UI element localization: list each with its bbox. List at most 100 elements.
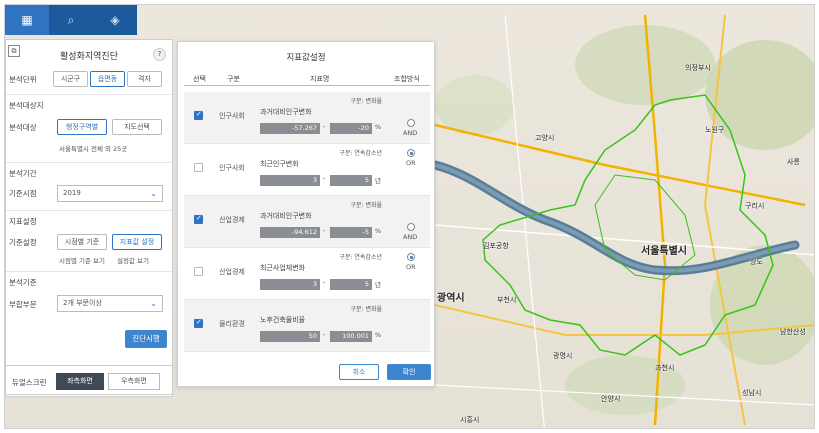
row-indicator: 최근인구변화 <box>260 160 299 168</box>
dialog-table-header: 선택 구분 지표명 조합방식 <box>184 72 430 86</box>
unit-option-eupmyeondong[interactable]: 읍면동 <box>90 71 125 87</box>
min-value-input[interactable]: -94.612 <box>260 227 320 238</box>
view-settings-link[interactable]: 설정값 보기 <box>117 255 149 265</box>
unit-label: 분석단위 <box>9 75 37 84</box>
confirm-button[interactable]: 확인 <box>387 364 431 380</box>
row-checkbox[interactable] <box>194 110 203 120</box>
indicator-settings-dialog: 지표값설정 선택 구분 지표명 조합방식 인구사회 구분: 변화율 과거대비인구… <box>177 41 435 387</box>
sector-select[interactable]: 2개 부문이상 ⌄ <box>57 295 163 312</box>
col-category: 구분 <box>227 75 240 83</box>
top-tool-tabs: ▦ ⌕ ◈ <box>5 5 137 35</box>
row-unit: 구분: 변화율 <box>350 202 382 209</box>
col-combine: 조합방식 <box>394 75 420 83</box>
combine-and-radio[interactable] <box>407 119 415 127</box>
max-value-input[interactable]: 5 <box>330 279 372 290</box>
analysis-panel: ⧉ 활성화지역진단 ? 분석단위 시군구 읍면동 격자 분석대상지 분석대상 행… <box>5 39 173 397</box>
row-suffix: % <box>375 227 382 235</box>
target-section-heading: 분석대상지 <box>9 101 44 110</box>
app-frame: 의정부시 고양시 구리시 서울특별시 광역시 부천시 광명시 과천시 안양시 성… <box>4 4 815 429</box>
row-suffix: % <box>375 331 382 339</box>
base-year-label: 기준시점 <box>9 189 37 198</box>
min-value-input[interactable]: 50 <box>260 331 320 342</box>
min-value-input[interactable]: -57.267 <box>260 123 320 134</box>
help-icon[interactable]: ? <box>153 48 166 61</box>
row-unit: 구분: 연속감소년 <box>339 150 382 157</box>
indicator-section-heading: 지표설정 <box>9 217 37 226</box>
dual-left-button[interactable]: 좌측화면 <box>56 373 104 390</box>
min-value-input[interactable]: 3 <box>260 175 320 186</box>
combine-and-radio[interactable] <box>407 223 415 231</box>
period-section-heading: 분석기간 <box>9 169 37 178</box>
row-suffix: 년 <box>375 281 381 289</box>
row-suffix: 년 <box>375 177 381 185</box>
dual-right-button[interactable]: 우측화면 <box>108 373 160 390</box>
max-value-input[interactable]: -20 <box>330 123 372 134</box>
row-unit: 구분: 연속감소년 <box>339 254 382 261</box>
target-note: 서울특별시 전체 외 25곳 <box>59 145 128 153</box>
map-label: 시흥시 <box>460 416 480 424</box>
row-checkbox[interactable] <box>194 267 203 276</box>
combine-and-label: AND <box>403 129 418 137</box>
cancel-button[interactable]: 취소 <box>339 364 379 380</box>
map-label: 남한산성 <box>780 328 806 336</box>
table-row: 인구사회 구분: 변화율 과거대비인구변화 -57.267 - -20 % <box>184 92 430 144</box>
row-category: 물리환경 <box>219 320 245 328</box>
row-indicator: 과거대비인구변화 <box>260 212 312 220</box>
layers-icon[interactable]: ◈ <box>93 5 137 35</box>
combine-and-label: AND <box>403 233 418 241</box>
target-option-map[interactable]: 지도선택 <box>112 119 162 135</box>
min-value-input[interactable]: 3 <box>260 279 320 290</box>
combine-or-label: OR <box>406 159 416 167</box>
col-indicator: 지표명 <box>310 75 330 83</box>
map-label: 서울특별시 <box>641 246 687 257</box>
max-value-input[interactable]: -5 <box>330 227 372 238</box>
table-row: 산업경제 구분: 연속감소년 최근사업체변화 3 - 5 년 <box>184 248 430 300</box>
target-label: 분석대상 <box>9 123 37 132</box>
row-unit: 구분: 변화율 <box>350 98 382 105</box>
unit-option-sigungu[interactable]: 시군구 <box>53 71 88 87</box>
map-label: 상도 <box>750 258 763 266</box>
dual-screen-bar: 듀얼스크린 좌측화면 우측화면 <box>5 365 173 395</box>
search-icon[interactable]: ⌕ <box>49 5 93 35</box>
map-label: 과천시 <box>655 364 675 372</box>
criteria-option-period[interactable]: 시점별 기준 <box>57 234 107 250</box>
map-label: 사릉 <box>787 158 800 166</box>
dialog-title: 지표값설정 <box>286 53 326 63</box>
criteria-option-value[interactable]: 지표값 설정 <box>112 234 162 250</box>
row-checkbox[interactable] <box>194 318 203 328</box>
row-checkbox[interactable] <box>194 214 203 224</box>
max-value-input[interactable]: 100.001 <box>330 331 372 342</box>
run-diagnosis-button[interactable]: 진단시행 <box>125 330 167 348</box>
combine-or-radio[interactable] <box>407 253 415 261</box>
base-year-select[interactable]: 2019 ⌄ <box>57 185 163 202</box>
view-period-criteria-link[interactable]: 시점별 기준 보기 <box>59 255 105 265</box>
row-suffix: % <box>375 123 382 131</box>
analysis-section-heading: 분석기준 <box>9 278 37 287</box>
map-label: 구리시 <box>745 202 765 210</box>
chevron-down-icon: ⌄ <box>150 299 157 308</box>
chevron-down-icon: ⌄ <box>150 189 157 198</box>
map-label: 고양시 <box>535 134 555 142</box>
map-label: 성남시 <box>742 389 762 397</box>
row-category: 산업경제 <box>219 216 245 224</box>
row-category: 인구사회 <box>219 112 245 120</box>
grid-icon[interactable]: ▦ <box>5 5 49 35</box>
sector-label: 부합부문 <box>9 300 37 309</box>
row-checkbox[interactable] <box>194 163 203 172</box>
combine-or-radio[interactable] <box>407 149 415 157</box>
target-option-admin[interactable]: 행정구역별 <box>57 119 107 135</box>
max-value-input[interactable]: 5 <box>330 175 372 186</box>
unit-option-grid[interactable]: 격자 <box>127 71 162 87</box>
row-category: 산업경제 <box>219 268 245 276</box>
map-label: 부천시 <box>497 296 517 304</box>
map-label: 노원구 <box>705 126 725 134</box>
panel-title: 활성화지역진단 <box>60 52 118 62</box>
row-indicator: 최근사업체변화 <box>260 264 306 272</box>
row-indicator: 과거대비인구변화 <box>260 108 312 116</box>
row-category: 인구사회 <box>219 164 245 172</box>
table-row: 산업경제 구분: 변화율 과거대비인구변화 -94.612 - -5 % <box>184 196 430 248</box>
col-select: 선택 <box>193 75 206 83</box>
map-label: 광명시 <box>553 352 573 360</box>
combine-or-label: OR <box>406 263 416 271</box>
dual-screen-label: 듀얼스크린 <box>12 378 47 387</box>
